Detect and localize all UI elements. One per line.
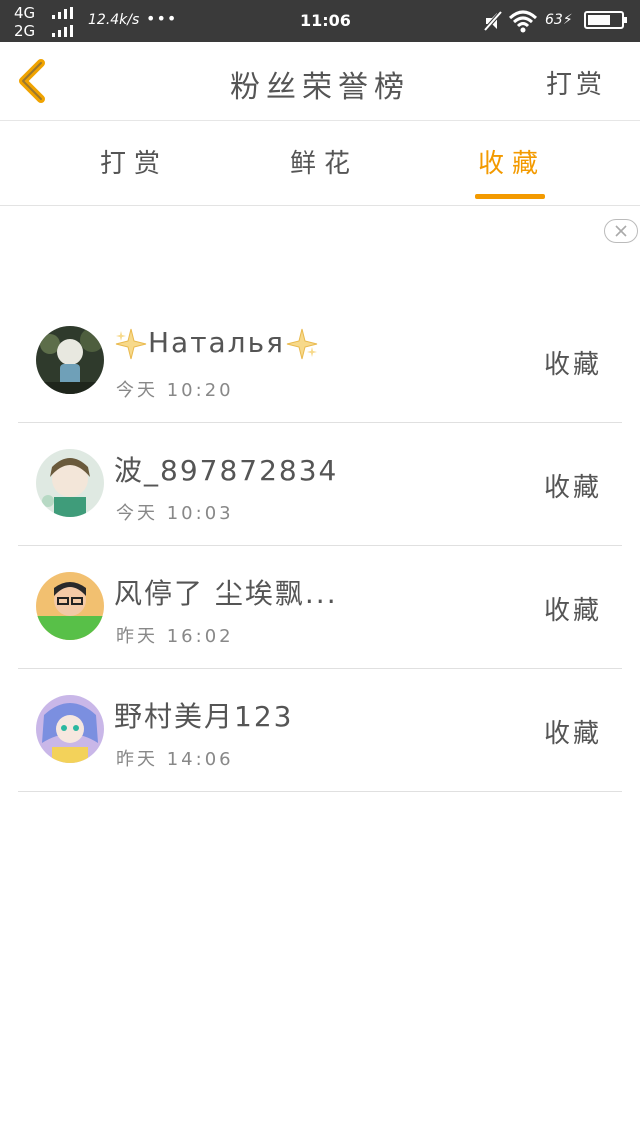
signal-icon (52, 25, 78, 37)
status-bar: 4G 2G 12.4k/s ••• 11:06 63⚡ (0, 0, 640, 42)
action-label: 收藏 (543, 719, 602, 749)
page-title: 粉丝荣誉榜 (230, 70, 410, 105)
avatar[interactable] (36, 695, 104, 763)
sparkle-icon (115, 328, 147, 360)
more-dots: ••• (146, 9, 178, 28)
close-button[interactable] (604, 219, 638, 243)
list-item[interactable]: 波_897872834 今天 10:03 收藏 (18, 423, 622, 546)
action-time: 今天 10:20 (116, 380, 234, 401)
reward-button[interactable]: 打赏 (546, 64, 606, 101)
avatar[interactable] (36, 449, 104, 517)
network-type-2: 2G (14, 22, 36, 40)
clock: 11:06 (300, 11, 351, 30)
close-icon (615, 225, 627, 237)
battery-icon (584, 11, 627, 29)
tab-favorites[interactable]: 收藏 (478, 143, 546, 180)
avatar[interactable] (36, 572, 104, 640)
network-type-1: 4G (14, 4, 36, 22)
action-label: 收藏 (543, 473, 602, 503)
fan-list: Наталья 今天 10:20 收藏 波_897872834 今天 10:03… (18, 300, 622, 792)
list-item[interactable]: 风停了 尘埃飘... 昨天 16:02 收藏 (18, 546, 622, 669)
signal-icon (52, 7, 78, 19)
sparkle-icon (286, 328, 318, 360)
tab-flowers[interactable]: 鲜花 (290, 143, 358, 180)
mute-icon (483, 10, 503, 32)
action-time: 今天 10:03 (116, 503, 234, 524)
action-label: 收藏 (543, 350, 602, 380)
avatar[interactable] (36, 326, 104, 394)
tab-reward[interactable]: 打赏 (100, 143, 168, 180)
action-time: 昨天 16:02 (116, 626, 234, 647)
user-name: 波_897872834 (114, 454, 339, 487)
network-speed: 12.4k/s (88, 12, 140, 28)
action-label: 收藏 (543, 596, 602, 626)
action-time: 昨天 14:06 (116, 749, 234, 770)
tab-bar: 打赏 鲜花 收藏 (0, 121, 640, 206)
list-item[interactable]: 野村美月123 昨天 14:06 收藏 (18, 669, 622, 792)
nav-bar: 粉丝荣誉榜 打赏 (0, 42, 640, 121)
user-name: 风停了 尘埃飘... (114, 577, 338, 610)
list-item[interactable]: Наталья 今天 10:20 收藏 (18, 300, 622, 423)
active-tab-indicator (475, 194, 545, 199)
battery-percent: 63⚡ (545, 12, 573, 28)
wifi-icon (508, 10, 538, 33)
user-name: Наталья (114, 326, 319, 361)
user-name: 野村美月123 (114, 700, 294, 733)
